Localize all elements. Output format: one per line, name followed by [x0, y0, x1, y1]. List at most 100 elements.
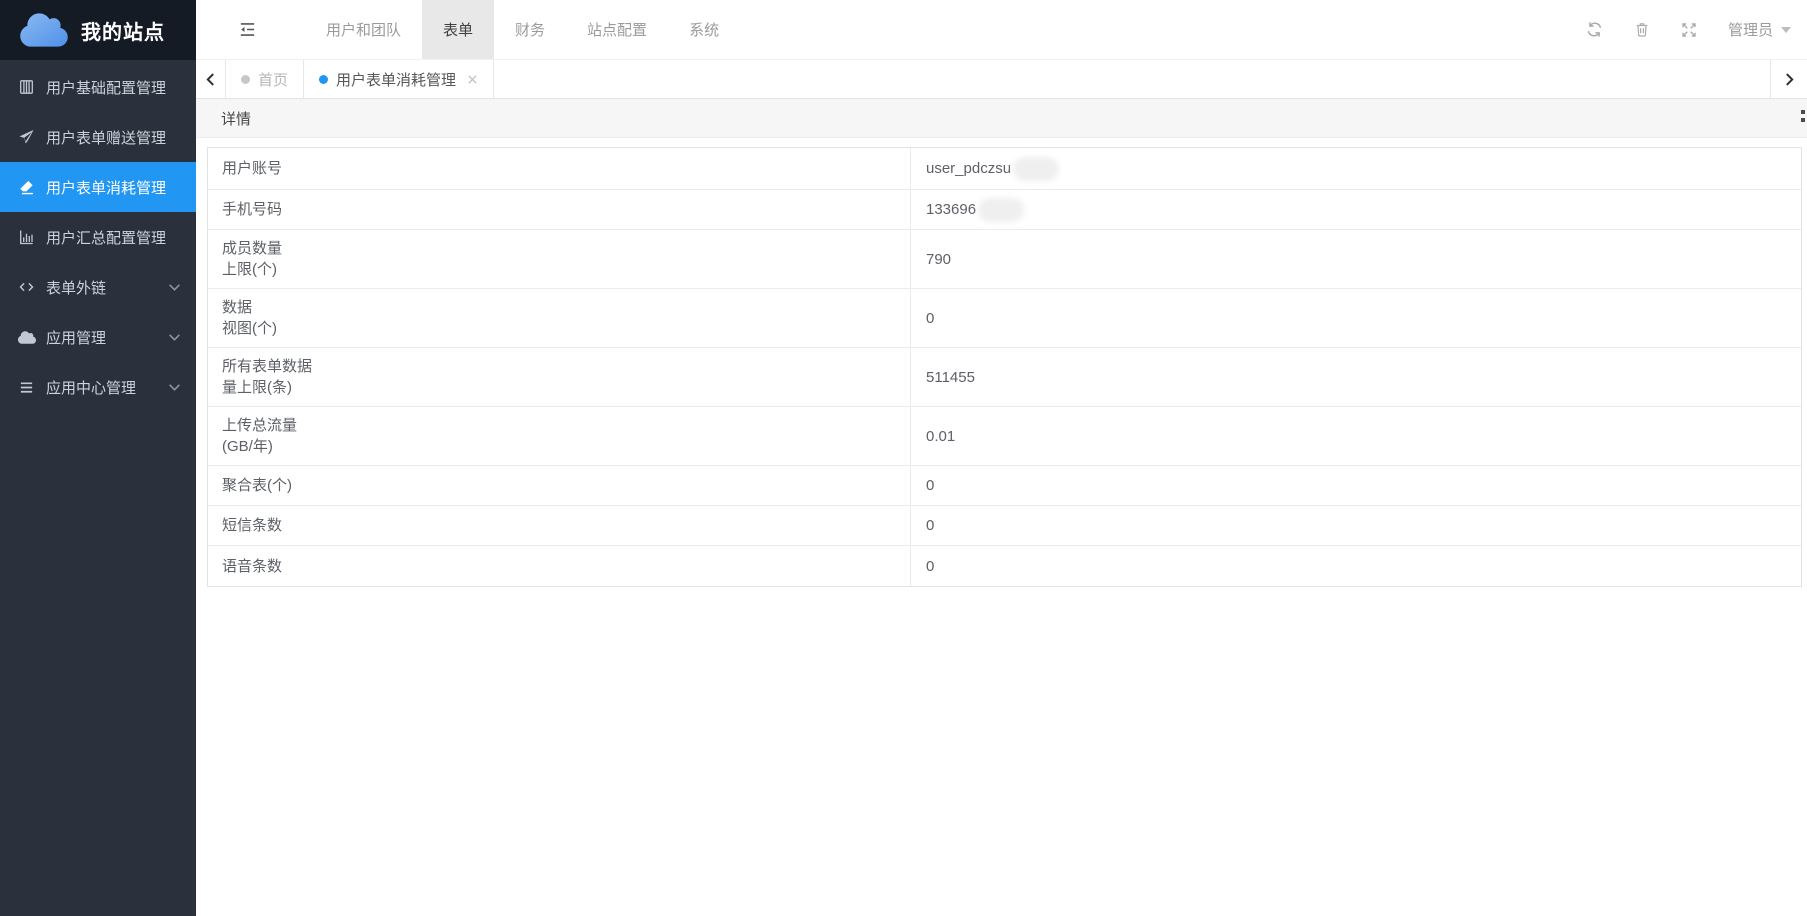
topnav-item-1[interactable]: 表单 — [422, 0, 494, 59]
bar-chart-icon — [16, 228, 37, 247]
chevron-down-icon — [168, 283, 181, 292]
row-label-line: 用户账号 — [222, 158, 900, 179]
menu-fold-icon[interactable] — [238, 20, 257, 39]
row-label-line: 上传总流量 — [222, 415, 900, 436]
row-value: 0 — [911, 289, 1801, 347]
code-link-icon — [16, 278, 37, 297]
panel-header: 详情 — [196, 99, 1807, 138]
row-value-text: 0 — [926, 310, 934, 327]
topnav-item-4[interactable]: 系统 — [668, 0, 740, 59]
table-row-3: 数据视图(个) 0 — [208, 289, 1801, 348]
tab-close-icon[interactable] — [467, 74, 478, 85]
site-logo[interactable]: 我的站点 — [0, 0, 196, 60]
tab-label: 首页 — [258, 69, 288, 90]
row-value-text: 0 — [926, 558, 934, 575]
row-label: 数据视图(个) — [208, 289, 911, 347]
sidebar-menu: 用户基础配置管理用户表单赠送管理用户表单消耗管理用户汇总配置管理表单外链应用管理… — [0, 60, 196, 412]
row-value-text: 0 — [926, 517, 934, 534]
eraser-icon — [16, 178, 37, 197]
table-row-2: 成员数量上限(个)790 — [208, 230, 1801, 289]
tabs-scroll-left-button[interactable] — [196, 60, 226, 98]
sidebar-item-label: 用户表单消耗管理 — [46, 177, 181, 198]
topnav-item-2[interactable]: 财务 — [494, 0, 566, 59]
sidebar-item-label: 表单外链 — [46, 277, 168, 298]
paper-plane-icon — [16, 128, 37, 147]
tab-status-dot — [319, 75, 328, 84]
row-label-line: 聚合表(个) — [222, 475, 900, 496]
cloud-icon — [16, 328, 37, 347]
row-value: user_pdczsu — [911, 148, 1801, 189]
topnav-item-0[interactable]: 用户和团队 — [305, 0, 422, 59]
row-label: 语音条数 — [208, 546, 911, 586]
fullscreen-icon[interactable] — [1681, 22, 1697, 38]
redacted-blur-patch — [978, 198, 1024, 222]
tab-0[interactable]: 首页 — [226, 60, 304, 98]
row-label-line: 上限(个) — [222, 259, 900, 280]
panel-title: 详情 — [196, 108, 251, 129]
sidebar-item-label: 用户基础配置管理 — [46, 77, 181, 98]
top-header: 用户和团队表单财务站点配置系统 — [196, 0, 1807, 60]
list-icon — [16, 378, 37, 397]
sidebar-item-label: 用户表单赠送管理 — [46, 127, 181, 148]
row-label: 聚合表(个) — [208, 466, 911, 505]
chevron-down-icon — [168, 383, 181, 392]
trash-icon[interactable] — [1634, 21, 1650, 38]
topnav: 用户和团队表单财务站点配置系统 — [305, 0, 740, 59]
sidebar-item-5[interactable]: 应用管理 — [0, 312, 196, 362]
main-area: 用户和团队表单财务站点配置系统 — [196, 0, 1807, 916]
user-label: 管理员 — [1728, 19, 1773, 40]
sidebar-item-4[interactable]: 表单外链 — [0, 262, 196, 312]
sidebar-item-6[interactable]: 应用中心管理 — [0, 362, 196, 412]
tabs-scroll-right-button[interactable] — [1770, 60, 1807, 98]
tabs-host: 首页 用户表单消耗管理 — [226, 60, 494, 98]
table-row-4: 所有表单数据量上限(条) 511455 — [208, 348, 1801, 407]
sidebar-item-label: 用户汇总配置管理 — [46, 227, 181, 248]
table-row-6: 聚合表(个) 0 — [208, 466, 1801, 506]
table-row-1: 手机号码 133696 — [208, 190, 1801, 230]
tab-status-dot — [241, 75, 250, 84]
header-actions: 管理员 — [1586, 19, 1807, 40]
chevron-down-icon — [168, 333, 181, 342]
sidebar-item-label: 应用中心管理 — [46, 377, 168, 398]
sidebar-item-label: 应用管理 — [46, 327, 168, 348]
row-label-line: 视图(个) — [222, 318, 900, 339]
book-icon — [16, 78, 37, 97]
topnav-item-3[interactable]: 站点配置 — [566, 0, 668, 59]
row-label: 所有表单数据量上限(条) — [208, 348, 911, 406]
row-label: 手机号码 — [208, 190, 911, 229]
row-label-line: 量上限(条) — [222, 377, 900, 398]
row-value: 0 — [911, 506, 1801, 545]
sidebar: 我的站点 用户基础配置管理用户表单赠送管理用户表单消耗管理用户汇总配置管理表单外… — [0, 0, 196, 916]
refresh-icon[interactable] — [1586, 21, 1603, 38]
row-value-text: 0.01 — [926, 428, 955, 445]
row-value-text: user_pdczsu — [926, 160, 1011, 177]
row-label-line: (GB/年) — [222, 436, 900, 457]
user-menu[interactable]: 管理员 — [1728, 19, 1791, 40]
sidebar-item-3[interactable]: 用户汇总配置管理 — [0, 212, 196, 262]
sidebar-item-0[interactable]: 用户基础配置管理 — [0, 62, 196, 112]
row-value: 790 — [911, 230, 1801, 288]
tab-1[interactable]: 用户表单消耗管理 — [304, 60, 494, 98]
table-row-8: 语音条数 0 — [208, 546, 1801, 586]
row-value: 133696 — [911, 190, 1801, 229]
detail-table: 用户账号user_pdczsu手机号码133696成员数量上限(个)790数据视… — [207, 147, 1802, 587]
redacted-blur-patch — [1013, 157, 1059, 181]
caret-down-icon — [1781, 27, 1791, 33]
sidebar-item-2[interactable]: 用户表单消耗管理 — [0, 162, 196, 212]
row-value-text: 0 — [926, 477, 934, 494]
table-row-0: 用户账号 user_pdczsu — [208, 148, 1801, 190]
sidebar-item-1[interactable]: 用户表单赠送管理 — [0, 112, 196, 162]
app-window: 我的站点 用户基础配置管理用户表单赠送管理用户表单消耗管理用户汇总配置管理表单外… — [0, 0, 1807, 916]
row-label-line: 语音条数 — [222, 556, 900, 577]
tab-label: 用户表单消耗管理 — [336, 69, 456, 90]
row-label-line: 手机号码 — [222, 199, 900, 220]
table-row-7: 短信条数0 — [208, 506, 1801, 546]
row-value: 0 — [911, 466, 1801, 505]
cloud-logo-icon — [19, 11, 69, 49]
row-value-text: 133696 — [926, 201, 976, 218]
table-row-5: 上传总流量(GB/年) 0.01 — [208, 407, 1801, 466]
row-value: 0 — [911, 546, 1801, 586]
row-value-text: 511455 — [926, 369, 975, 386]
site-title: 我的站点 — [81, 16, 165, 45]
content-area: 用户账号user_pdczsu手机号码133696成员数量上限(个)790数据视… — [196, 138, 1807, 916]
